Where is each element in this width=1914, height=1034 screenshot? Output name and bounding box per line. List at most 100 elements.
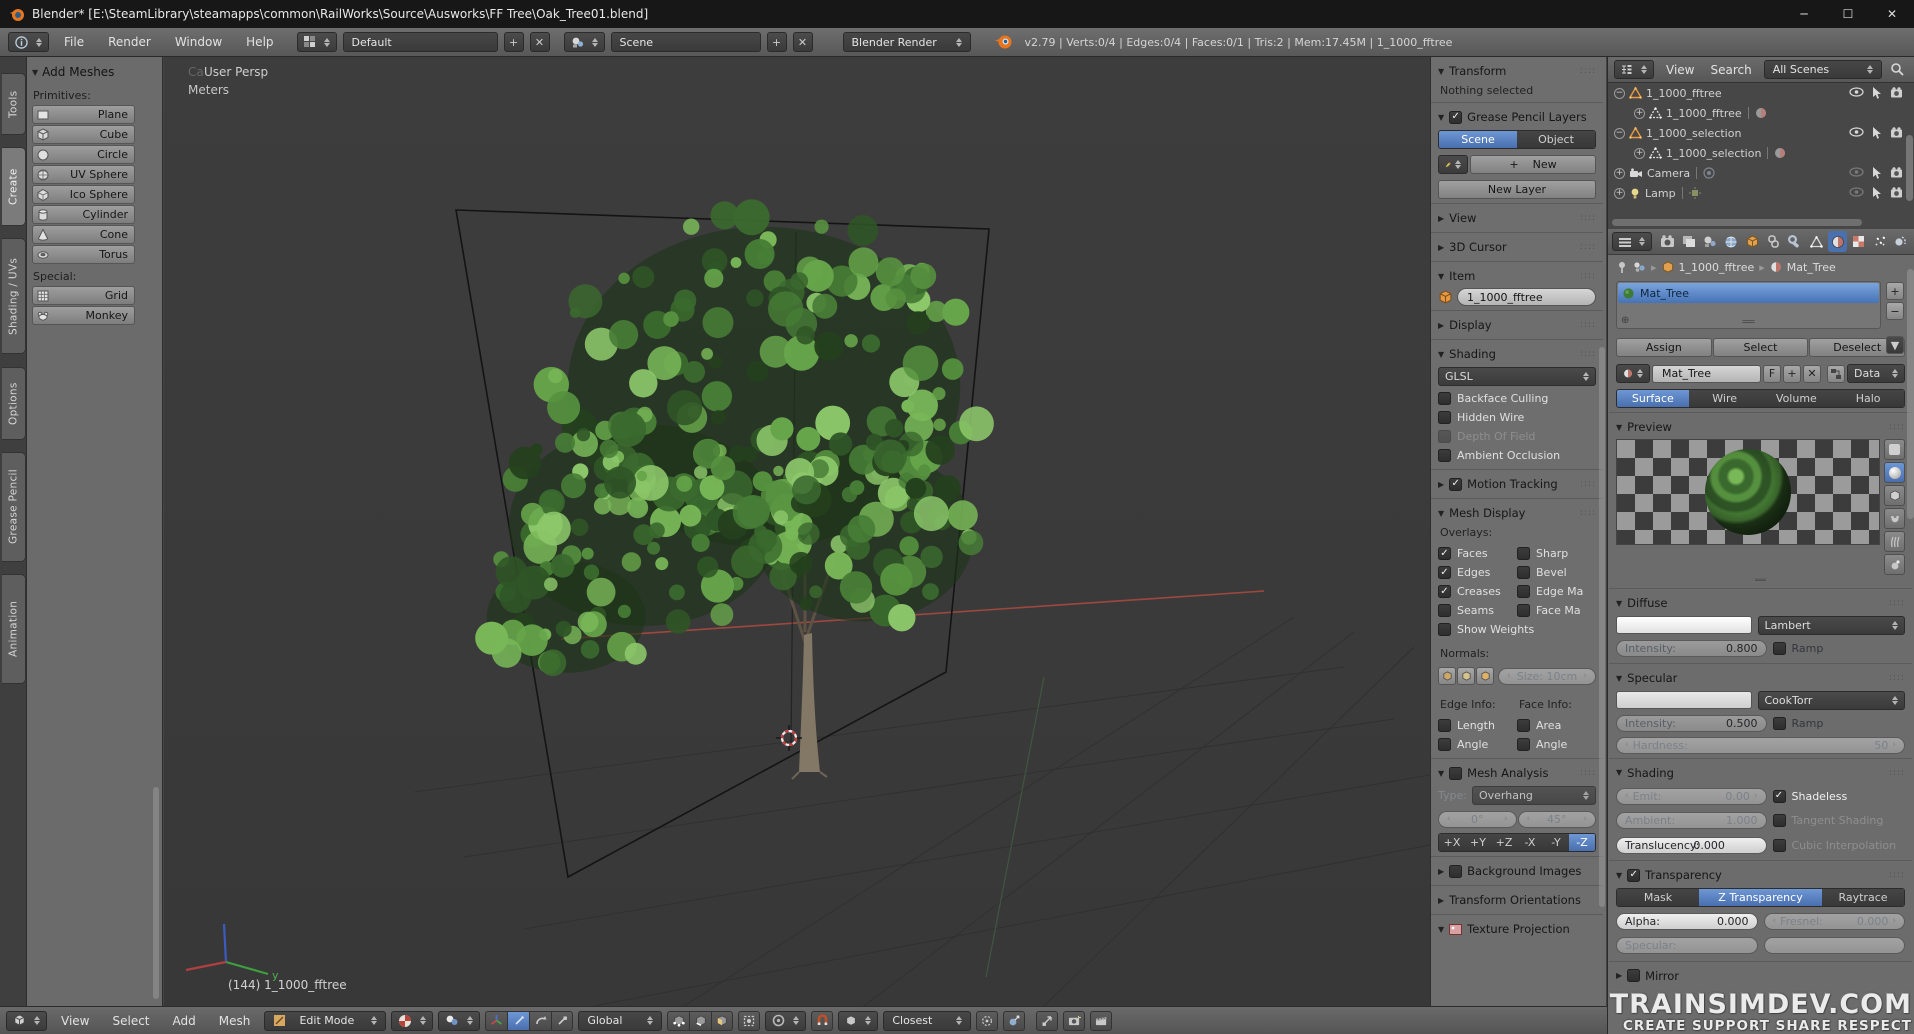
grease-pencil-panel-header[interactable]: ▼Grease Pencil Layers: [1438, 107, 1596, 127]
collapse-icon[interactable]: −: [1614, 128, 1625, 139]
face-angle-row[interactable]: Angle: [1517, 735, 1596, 754]
seams-row[interactable]: Seams: [1438, 601, 1517, 620]
face-normals-toggle[interactable]: [1476, 667, 1494, 685]
loose-normals-toggle[interactable]: [1457, 667, 1475, 685]
view-panel-header[interactable]: ▶View::::: [1438, 208, 1596, 228]
glsl-select[interactable]: GLSL: [1438, 367, 1596, 386]
tab-halo[interactable]: Halo: [1832, 390, 1904, 407]
ambient-occlusion-row[interactable]: Ambient Occlusion: [1438, 446, 1596, 465]
unlink-material-button[interactable]: ✕: [1803, 365, 1821, 383]
hidden-wire-row[interactable]: Hidden Wire: [1438, 408, 1596, 427]
add-cube-button[interactable]: Cube: [32, 125, 135, 144]
editor-type-selector[interactable]: [8, 32, 49, 52]
mask-toggle[interactable]: Mask: [1617, 889, 1699, 906]
face-area-row[interactable]: Area: [1517, 716, 1596, 735]
axis-minus-z[interactable]: -Z: [1569, 834, 1595, 851]
fresnel-field[interactable]: ‹Fresnel:0.000›: [1764, 913, 1906, 930]
creases-row[interactable]: Creases: [1438, 582, 1517, 601]
transform-orientations-panel-header[interactable]: ▶Transform Orientations: [1438, 890, 1596, 910]
add-menu[interactable]: Add: [164, 1010, 205, 1032]
selectability-cursor-icon[interactable]: [1872, 87, 1882, 99]
add-grid-button[interactable]: Grid: [32, 286, 135, 305]
link-data-select[interactable]: Data: [1847, 364, 1905, 383]
scene-name[interactable]: Scene: [611, 32, 761, 52]
new-material-button[interactable]: +: [1783, 365, 1801, 383]
analysis-min-field[interactable]: ‹0°›: [1438, 811, 1517, 828]
select-button[interactable]: Select: [1713, 338, 1809, 357]
tab-material[interactable]: [1828, 231, 1847, 252]
mesh-menu[interactable]: Mesh: [210, 1010, 260, 1032]
preview-monkey-button[interactable]: [1884, 508, 1905, 529]
texture-projection-panel-header[interactable]: ▼ Texture Projection: [1438, 919, 1596, 939]
transparency-panel-header[interactable]: ▼Transparency::::: [1616, 865, 1905, 885]
transform-panel-header[interactable]: ▼Transform::::: [1438, 61, 1596, 81]
add-cone-button[interactable]: Cone: [32, 225, 135, 244]
preview-flat-button[interactable]: [1884, 439, 1905, 460]
shadeless-row[interactable]: Shadeless: [1773, 787, 1906, 806]
outliner-row-fftree-data[interactable]: + 1_1000_fftree: [1608, 103, 1914, 123]
edges-row[interactable]: Edges: [1438, 563, 1517, 582]
display-panel-header[interactable]: ▶Display::::: [1438, 315, 1596, 335]
axis-plus-z[interactable]: +Z: [1491, 834, 1517, 851]
pin-icon[interactable]: [1616, 261, 1628, 273]
tab-object[interactable]: [1743, 231, 1762, 252]
close-layout-button[interactable]: ✕: [530, 32, 550, 52]
specular-color-swatch[interactable]: [1616, 691, 1752, 709]
tab-options[interactable]: Options: [2, 367, 26, 440]
outliner-hscrollbar[interactable]: [1612, 219, 1862, 226]
menu-help[interactable]: Help: [237, 31, 282, 53]
node-tree-icon[interactable]: [1633, 261, 1646, 273]
gp-pencil-button[interactable]: [1438, 155, 1468, 174]
item-panel-header[interactable]: ▼Item::::: [1438, 266, 1596, 286]
snap-target-select[interactable]: Closest: [883, 1011, 971, 1031]
add-layout-button[interactable]: +: [504, 32, 524, 52]
hardness-field[interactable]: ‹Hardness:50›: [1616, 737, 1905, 754]
scene-icon-button[interactable]: [564, 32, 605, 52]
diffuse-ramp-row[interactable]: Ramp: [1773, 639, 1906, 658]
outliner-row-fftree-object[interactable]: − 1_1000_fftree: [1608, 83, 1914, 103]
gp-new-button[interactable]: +New: [1470, 155, 1596, 174]
motion-tracking-panel-header[interactable]: ▶Motion Tracking::::: [1438, 474, 1596, 494]
view-menu[interactable]: View: [52, 1010, 98, 1032]
tab-grease-pencil[interactable]: Grease Pencil: [2, 452, 26, 562]
breadcrumb-object[interactable]: 1_1000_fftree: [1679, 261, 1755, 274]
list-resize-grip[interactable]: ══: [1742, 317, 1754, 328]
tab-shading-uvs[interactable]: Shading / UVs: [2, 238, 26, 354]
mesh-display-panel-header[interactable]: ▼Mesh Display::::: [1438, 503, 1596, 523]
sharp-row[interactable]: Sharp: [1517, 544, 1596, 563]
mirror-panel-header[interactable]: ▶Mirror: [1616, 966, 1905, 986]
expand-icon[interactable]: +: [1634, 108, 1645, 119]
manipulator-axis-toggle[interactable]: [485, 1011, 507, 1031]
fake-user-button[interactable]: F: [1763, 365, 1781, 383]
edge-select-toggle[interactable]: [689, 1011, 711, 1031]
3d-cursor-panel-header[interactable]: ▶3D Cursor::::: [1438, 237, 1596, 257]
add-uv-sphere-button[interactable]: UV Sphere: [32, 165, 135, 184]
z-transparency-toggle[interactable]: Z Transparency: [1699, 889, 1822, 906]
rotate-manipulator-toggle[interactable]: [529, 1011, 551, 1031]
gp-object-toggle[interactable]: Object: [1517, 131, 1595, 148]
visibility-eye-icon[interactable]: [1849, 167, 1864, 177]
snap-peel-toggle[interactable]: [976, 1011, 998, 1031]
outliner-row-lamp[interactable]: + Lamp: [1608, 183, 1914, 203]
outliner-view-menu[interactable]: View: [1662, 61, 1698, 79]
select-menu[interactable]: Select: [103, 1010, 158, 1032]
tab-create[interactable]: Create: [2, 147, 26, 226]
specular-model-select[interactable]: CookTorr: [1758, 691, 1906, 710]
tab-constraints[interactable]: [1764, 231, 1783, 252]
selectability-cursor-icon[interactable]: [1872, 187, 1882, 199]
gp-scene-toggle[interactable]: Scene: [1439, 131, 1517, 148]
renderability-camera-icon[interactable]: [1890, 87, 1903, 98]
translucency-slider[interactable]: Translucency:0.000: [1616, 837, 1767, 854]
preview-sphere-button[interactable]: [1884, 462, 1905, 483]
normals-size-field[interactable]: ‹Size: 10cm›: [1498, 668, 1596, 685]
menu-window[interactable]: Window: [166, 31, 231, 53]
visibility-eye-icon[interactable]: [1849, 87, 1864, 97]
tab-particles[interactable]: [1871, 231, 1890, 252]
proportional-edit-button[interactable]: [765, 1011, 806, 1031]
bevel-row[interactable]: Bevel: [1517, 563, 1596, 582]
diffuse-intensity-slider[interactable]: Intensity:0.800: [1616, 640, 1767, 657]
translate-manipulator-toggle[interactable]: [507, 1011, 529, 1031]
pivot-point-button[interactable]: [438, 1011, 480, 1031]
orientation-select[interactable]: Global: [578, 1011, 662, 1031]
add-material-slot-button[interactable]: +: [1886, 282, 1904, 300]
